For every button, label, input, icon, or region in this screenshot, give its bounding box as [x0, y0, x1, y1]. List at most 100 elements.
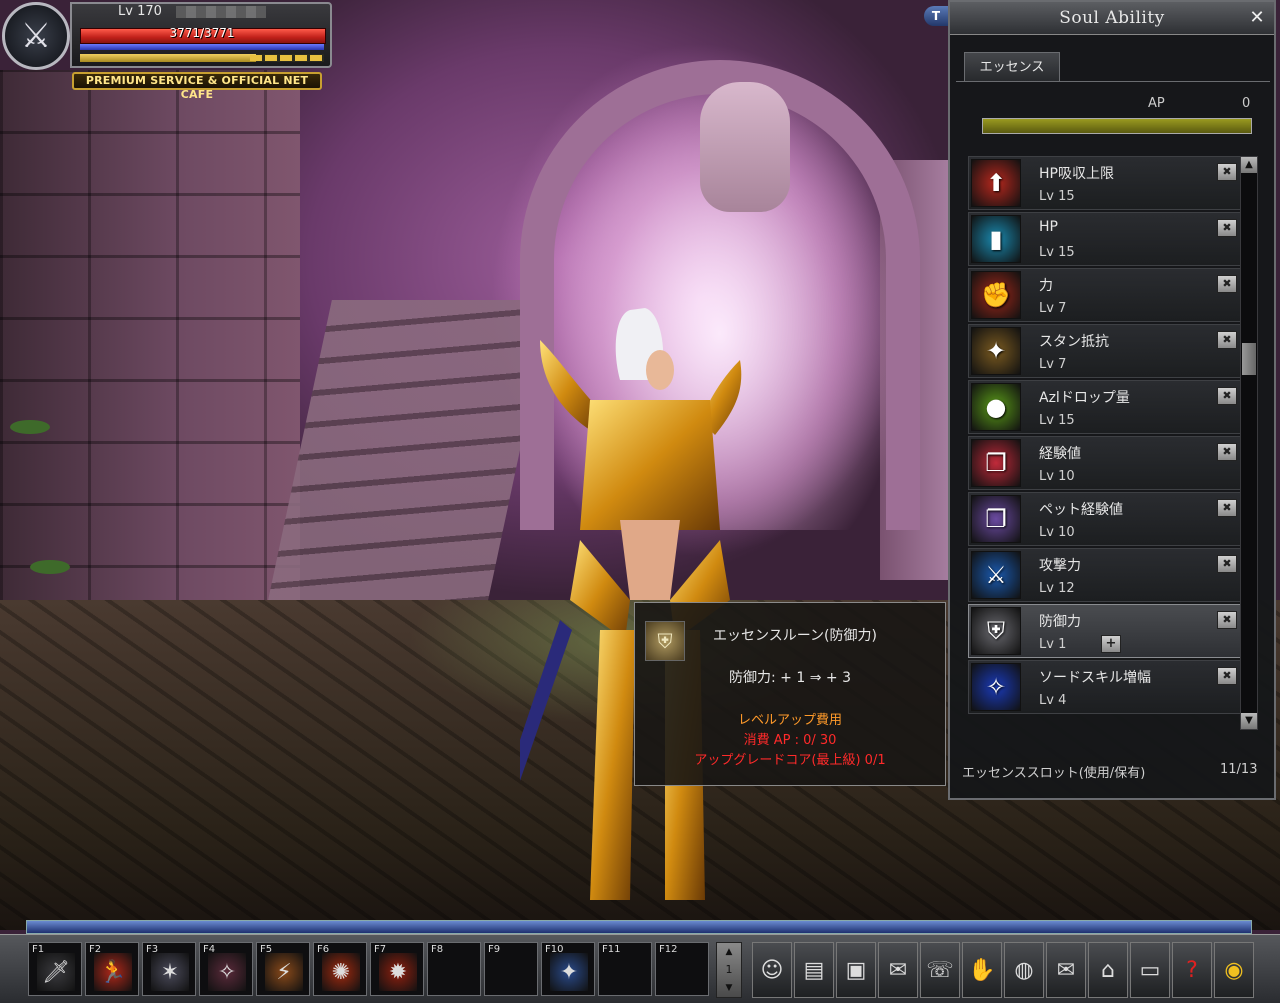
hotbar-page: 1	[725, 963, 733, 976]
hotbar-slot[interactable]: F5 ⚡	[256, 942, 310, 996]
foliage	[10, 420, 50, 434]
hotbar-slot[interactable]: F1 🗡	[28, 942, 82, 996]
chat-icon[interactable]: ☏	[920, 942, 960, 998]
essence-row[interactable]: ✦ スタン抵抗 Lv 7 ✖	[968, 324, 1242, 378]
essence-row[interactable]: ⛨ 防御力 Lv 1 ✖ +	[968, 604, 1242, 658]
essence-level: Lv 12	[1039, 581, 1075, 596]
essence-level: Lv 15	[1039, 245, 1075, 260]
list-scrollbar[interactable]: ▲ ▼	[1240, 156, 1258, 730]
remove-essence-button[interactable]: ✖	[1217, 499, 1237, 517]
sword-skill-icon[interactable]: ✧	[971, 663, 1021, 711]
ap-value: 0	[1242, 96, 1251, 111]
premium-banner[interactable]: PREMIUM SERVICE & OFFICIAL NET CAFE	[72, 72, 322, 101]
stone-wall	[0, 70, 300, 630]
essence-level: Lv 7	[1039, 301, 1067, 316]
hotbar-slot[interactable]: F6 ✺	[313, 942, 367, 996]
hotbar-slot[interactable]: F2 🏃	[85, 942, 139, 996]
world-globe-icon[interactable]: ◍	[1004, 942, 1044, 998]
essence-level: Lv 10	[1039, 525, 1075, 540]
coin-icon[interactable]: ◉	[1214, 942, 1254, 998]
hotbar-slot[interactable]: F3 ✶	[142, 942, 196, 996]
essence-row[interactable]: ⚔ 攻撃力 Lv 12 ✖	[968, 548, 1242, 602]
essence-name: 経験値	[1039, 446, 1081, 462]
remove-essence-button[interactable]: ✖	[1217, 219, 1237, 237]
hotbar-slot[interactable]: F9	[484, 942, 538, 996]
dash-skill-icon: 🏃	[94, 953, 132, 991]
sp-bar	[80, 54, 324, 62]
mail-icon[interactable]: ✉	[1046, 942, 1086, 998]
essence-row[interactable]: ● Azlドロップ量 Lv 15 ✖	[968, 380, 1242, 434]
experience-bar	[26, 920, 1252, 934]
experience-book-icon[interactable]: ❐	[971, 439, 1021, 487]
window-titlebar[interactable]: Soul Ability ✕	[950, 2, 1274, 35]
help-icon[interactable]: ?	[1172, 942, 1212, 998]
hotkey-label: F8	[431, 944, 444, 955]
stone-face-carving	[700, 82, 790, 212]
tab-divider	[956, 81, 1270, 82]
hotbar-slot[interactable]: F8	[427, 942, 481, 996]
character-portrait-icon[interactable]: ☺	[752, 942, 792, 998]
level-up-button[interactable]: +	[1101, 635, 1121, 653]
remove-essence-button[interactable]: ✖	[1217, 275, 1237, 293]
scroll-up-icon[interactable]: ▲	[1241, 157, 1257, 173]
essence-name: HP	[1039, 219, 1058, 235]
essence-row[interactable]: ✊ 力 Lv 7 ✖	[968, 268, 1242, 322]
hotbar-down-icon[interactable]: ▼	[720, 981, 738, 995]
essence-row[interactable]: ⬆ HP吸収上限 Lv 15 ✖	[968, 156, 1242, 210]
essence-row[interactable]: ▮ HP Lv 15 ✖	[968, 212, 1242, 266]
essence-row[interactable]: ✧ ソードスキル増幅 Lv 4 ✖	[968, 660, 1242, 714]
strength-icon[interactable]: ✊	[971, 271, 1021, 319]
gold-coins-icon[interactable]: ●	[971, 383, 1021, 431]
hotbar-slot[interactable]: F11	[598, 942, 652, 996]
essence-level: Lv 15	[1039, 189, 1075, 204]
defense-shield-icon[interactable]: ⛨	[971, 607, 1021, 655]
sword-skill-slot-icon: 🗡	[37, 953, 75, 991]
quest-scroll-icon[interactable]: ✉	[878, 942, 918, 998]
hp-absorb-icon[interactable]: ⬆	[971, 159, 1021, 207]
buff-skill-icon: ✦	[550, 953, 588, 991]
essence-row[interactable]: ❐ ペット経験値 Lv 10 ✖	[968, 492, 1242, 546]
essence-row[interactable]: ❐ 経験値 Lv 10 ✖	[968, 436, 1242, 490]
hotbar-slot[interactable]: F4 ✧	[199, 942, 253, 996]
hotkey-label: F9	[488, 944, 501, 955]
remove-essence-button[interactable]: ✖	[1217, 443, 1237, 461]
soul-ability-window: Soul Ability ✕ エッセンス AP 0 ⬆ HP吸収上限 Lv 15 ✖ ▮…	[948, 0, 1276, 800]
essence-name: Azlドロップ量	[1039, 390, 1130, 406]
handshake-icon[interactable]: ✋	[962, 942, 1002, 998]
hotbar-slot[interactable]: F12	[655, 942, 709, 996]
hotbar-pager: ▲ 1 ▼	[716, 942, 742, 998]
tab-essence[interactable]: エッセンス	[964, 52, 1060, 82]
hotkey-label: F12	[659, 944, 678, 955]
essence-level: Lv 10	[1039, 469, 1075, 484]
essence-level: Lv 4	[1039, 693, 1067, 708]
remove-essence-button[interactable]: ✖	[1217, 387, 1237, 405]
tooltip-title: エッセンスルーン(防御力)	[713, 628, 877, 644]
whirl-skill-icon: ✹	[379, 953, 417, 991]
inventory-chest-icon[interactable]: ▣	[836, 942, 876, 998]
hotbar-slot[interactable]: F10 ✦	[541, 942, 595, 996]
hotbar-up-icon[interactable]: ▲	[720, 945, 738, 959]
remove-essence-button[interactable]: ✖	[1217, 555, 1237, 573]
shop-icon[interactable]: ⌂	[1088, 942, 1128, 998]
remove-essence-button[interactable]: ✖	[1217, 331, 1237, 349]
stun-resist-icon[interactable]: ✦	[971, 327, 1021, 375]
remove-essence-button[interactable]: ✖	[1217, 667, 1237, 685]
ap-bar	[982, 118, 1252, 134]
slash-skill-icon: ✶	[151, 953, 189, 991]
scroll-thumb[interactable]	[1242, 343, 1256, 375]
top-tab-button[interactable]: T	[924, 6, 948, 26]
hotkey-label: F11	[602, 944, 621, 955]
close-icon[interactable]: ✕	[1246, 7, 1268, 29]
scroll-down-icon[interactable]: ▼	[1241, 713, 1257, 729]
strike-skill-icon: ⚡	[265, 953, 303, 991]
remove-essence-button[interactable]: ✖	[1217, 611, 1237, 629]
sword-lightning-icon[interactable]: ⚔	[2, 2, 70, 70]
pet-experience-book-icon[interactable]: ❐	[971, 495, 1021, 543]
hotbar-slot[interactable]: F7 ✹	[370, 942, 424, 996]
system-monitor-icon[interactable]: ▭	[1130, 942, 1170, 998]
hp-potion-icon[interactable]: ▮	[971, 215, 1021, 263]
player-status-frame: ⚔ Lv 170 3771/3771 PREMIUM SERVICE & OFF…	[0, 0, 336, 101]
remove-essence-button[interactable]: ✖	[1217, 163, 1237, 181]
skill-book-icon[interactable]: ▤	[794, 942, 834, 998]
attack-sword-icon[interactable]: ⚔	[971, 551, 1021, 599]
